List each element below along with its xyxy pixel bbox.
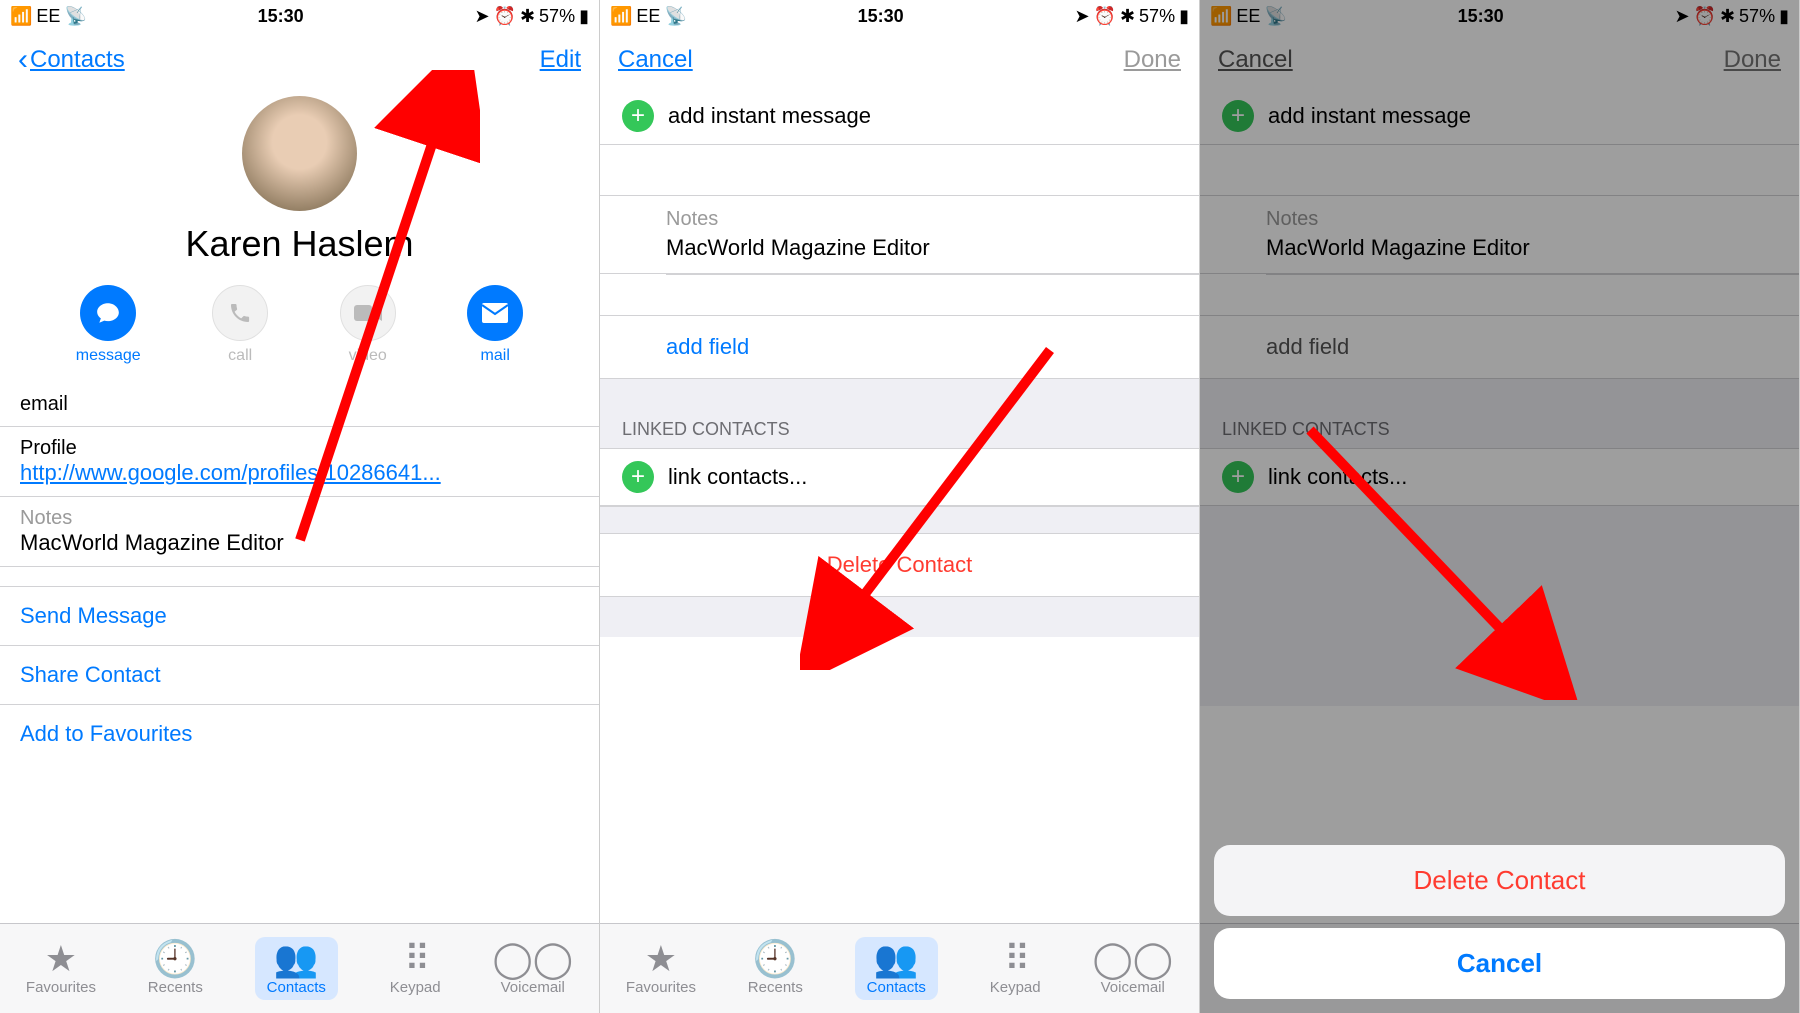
signal-icon: 📶 bbox=[10, 6, 32, 27]
notes-value: MacWorld Magazine Editor bbox=[666, 231, 1133, 261]
action-sheet: Delete Contact Cancel bbox=[1214, 845, 1785, 999]
add-field-button[interactable]: add field bbox=[600, 315, 1199, 379]
delete-contact-button[interactable]: Delete Contact bbox=[600, 534, 1199, 597]
location-icon: ➤ bbox=[474, 6, 489, 27]
wifi-icon: 📡 bbox=[64, 6, 86, 27]
share-contact-button[interactable]: Share Contact bbox=[0, 646, 599, 705]
profile-cell[interactable]: Profile http://www.google.com/profiles/1… bbox=[0, 427, 599, 497]
phone-icon bbox=[212, 285, 268, 341]
back-button[interactable]: ‹ Contacts bbox=[18, 43, 125, 77]
send-message-button[interactable]: Send Message bbox=[0, 587, 599, 646]
tab-favourites[interactable]: ★ Favourites bbox=[26, 941, 96, 996]
notes-label: Notes bbox=[666, 208, 1133, 231]
chevron-left-icon: ‹ bbox=[18, 43, 28, 77]
video-label: video bbox=[349, 347, 387, 365]
contacts-icon: 👥 bbox=[874, 941, 919, 977]
tab-bar: ★Favourites 🕘Recents 👥Contacts ⠿Keypad ◯… bbox=[600, 923, 1199, 1013]
plus-icon: + bbox=[622, 461, 654, 493]
star-icon: ★ bbox=[645, 941, 677, 977]
status-bar: 📶 EE 📡 15:30 ➤ ⏰ ✱ 57% ▮ bbox=[600, 0, 1199, 32]
link-contacts-label: link contacts... bbox=[668, 464, 807, 490]
screen-delete-confirm: 📶 EE 📡 15:30 ➤ ⏰ ✱ 57% ▮ Cancel Done + a… bbox=[1200, 0, 1800, 1013]
clock: 15:30 bbox=[258, 6, 304, 27]
signal-icon: 📶 bbox=[610, 6, 632, 27]
linked-contacts-header: LINKED CONTACTS bbox=[600, 379, 1199, 449]
add-im-label: add instant message bbox=[668, 103, 871, 129]
mail-icon bbox=[467, 285, 523, 341]
call-button: call bbox=[212, 285, 268, 365]
clock-icon: 🕘 bbox=[753, 941, 798, 977]
tab-contacts[interactable]: 👥 Contacts bbox=[255, 937, 338, 1000]
carrier-label: EE bbox=[636, 6, 660, 27]
tab-contacts[interactable]: 👥Contacts bbox=[855, 937, 938, 1000]
cancel-button[interactable]: Cancel bbox=[618, 46, 693, 74]
bluetooth-icon: ✱ bbox=[1120, 6, 1135, 27]
status-bar: 📶 EE 📡 15:30 ➤ ⏰ ✱ 57% ▮ bbox=[0, 0, 599, 32]
battery-icon: ▮ bbox=[1179, 6, 1189, 27]
video-button: video bbox=[340, 285, 396, 365]
nav-bar: ‹ Contacts Edit bbox=[0, 32, 599, 88]
screen-edit-contact: 📶 EE 📡 15:30 ➤ ⏰ ✱ 57% ▮ Cancel Done + a… bbox=[600, 0, 1200, 1013]
voicemail-icon: ◯◯ bbox=[1092, 941, 1173, 977]
battery-percent: 57% bbox=[1139, 6, 1175, 27]
battery-percent: 57% bbox=[539, 6, 575, 27]
email-cell[interactable]: email bbox=[0, 383, 599, 427]
clock: 15:30 bbox=[858, 6, 904, 27]
profile-url[interactable]: http://www.google.com/profiles/10286641.… bbox=[20, 460, 579, 486]
tab-keypad[interactable]: ⠿ Keypad bbox=[390, 941, 441, 996]
done-button[interactable]: Done bbox=[1124, 46, 1181, 74]
call-label: call bbox=[228, 347, 252, 365]
tab-voicemail[interactable]: ◯◯Voicemail bbox=[1092, 941, 1173, 996]
contact-name: Karen Haslem bbox=[0, 223, 599, 265]
message-icon bbox=[80, 285, 136, 341]
notes-cell[interactable]: Notes MacWorld Magazine Editor bbox=[0, 497, 599, 567]
keypad-icon: ⠿ bbox=[404, 941, 426, 977]
tab-favourites[interactable]: ★Favourites bbox=[626, 941, 696, 996]
tab-keypad[interactable]: ⠿Keypad bbox=[990, 941, 1041, 996]
add-favourites-button[interactable]: Add to Favourites bbox=[0, 705, 599, 763]
mail-label: mail bbox=[481, 347, 510, 365]
tab-voicemail[interactable]: ◯◯ Voicemail bbox=[492, 941, 573, 996]
notes-block[interactable]: Notes MacWorld Magazine Editor bbox=[600, 195, 1199, 274]
add-im-row[interactable]: + add instant message bbox=[600, 88, 1199, 145]
notes-value: MacWorld Magazine Editor bbox=[20, 530, 579, 556]
mail-button[interactable]: mail bbox=[467, 285, 523, 365]
alarm-icon: ⏰ bbox=[494, 6, 516, 27]
screen-contact-view: 📶 EE 📡 15:30 ➤ ⏰ ✱ 57% ▮ ‹ Contacts Edit… bbox=[0, 0, 600, 1013]
alarm-icon: ⏰ bbox=[1094, 6, 1116, 27]
location-icon: ➤ bbox=[1074, 6, 1089, 27]
link-contacts-row[interactable]: + link contacts... bbox=[600, 449, 1199, 506]
profile-label: Profile bbox=[20, 437, 579, 460]
message-button[interactable]: message bbox=[76, 285, 141, 365]
action-row: message call video mail bbox=[0, 273, 599, 383]
tab-recents[interactable]: 🕘Recents bbox=[748, 941, 803, 996]
contact-header: Karen Haslem bbox=[0, 88, 599, 273]
voicemail-icon: ◯◯ bbox=[492, 941, 573, 977]
clock-icon: 🕘 bbox=[153, 941, 198, 977]
keypad-icon: ⠿ bbox=[1004, 941, 1026, 977]
bluetooth-icon: ✱ bbox=[520, 6, 535, 27]
notes-label: Notes bbox=[20, 507, 579, 530]
cancel-sheet-button[interactable]: Cancel bbox=[1214, 928, 1785, 999]
contacts-icon: 👥 bbox=[274, 941, 319, 977]
edit-button[interactable]: Edit bbox=[540, 46, 581, 74]
edit-content: + add instant message Notes MacWorld Mag… bbox=[600, 88, 1199, 923]
wifi-icon: 📡 bbox=[664, 6, 686, 27]
video-icon bbox=[340, 285, 396, 341]
back-label: Contacts bbox=[30, 46, 125, 74]
carrier-label: EE bbox=[36, 6, 60, 27]
email-label: email bbox=[20, 393, 579, 416]
star-icon: ★ bbox=[45, 941, 77, 977]
contact-list: email Profile http://www.google.com/prof… bbox=[0, 383, 599, 923]
plus-icon: + bbox=[622, 100, 654, 132]
nav-bar: Cancel Done bbox=[600, 32, 1199, 88]
avatar[interactable] bbox=[242, 96, 357, 211]
message-label: message bbox=[76, 347, 141, 365]
battery-icon: ▮ bbox=[579, 6, 589, 27]
tab-recents[interactable]: 🕘 Recents bbox=[148, 941, 203, 996]
tab-bar: ★ Favourites 🕘 Recents 👥 Contacts ⠿ Keyp… bbox=[0, 923, 599, 1013]
confirm-delete-button[interactable]: Delete Contact bbox=[1214, 845, 1785, 916]
